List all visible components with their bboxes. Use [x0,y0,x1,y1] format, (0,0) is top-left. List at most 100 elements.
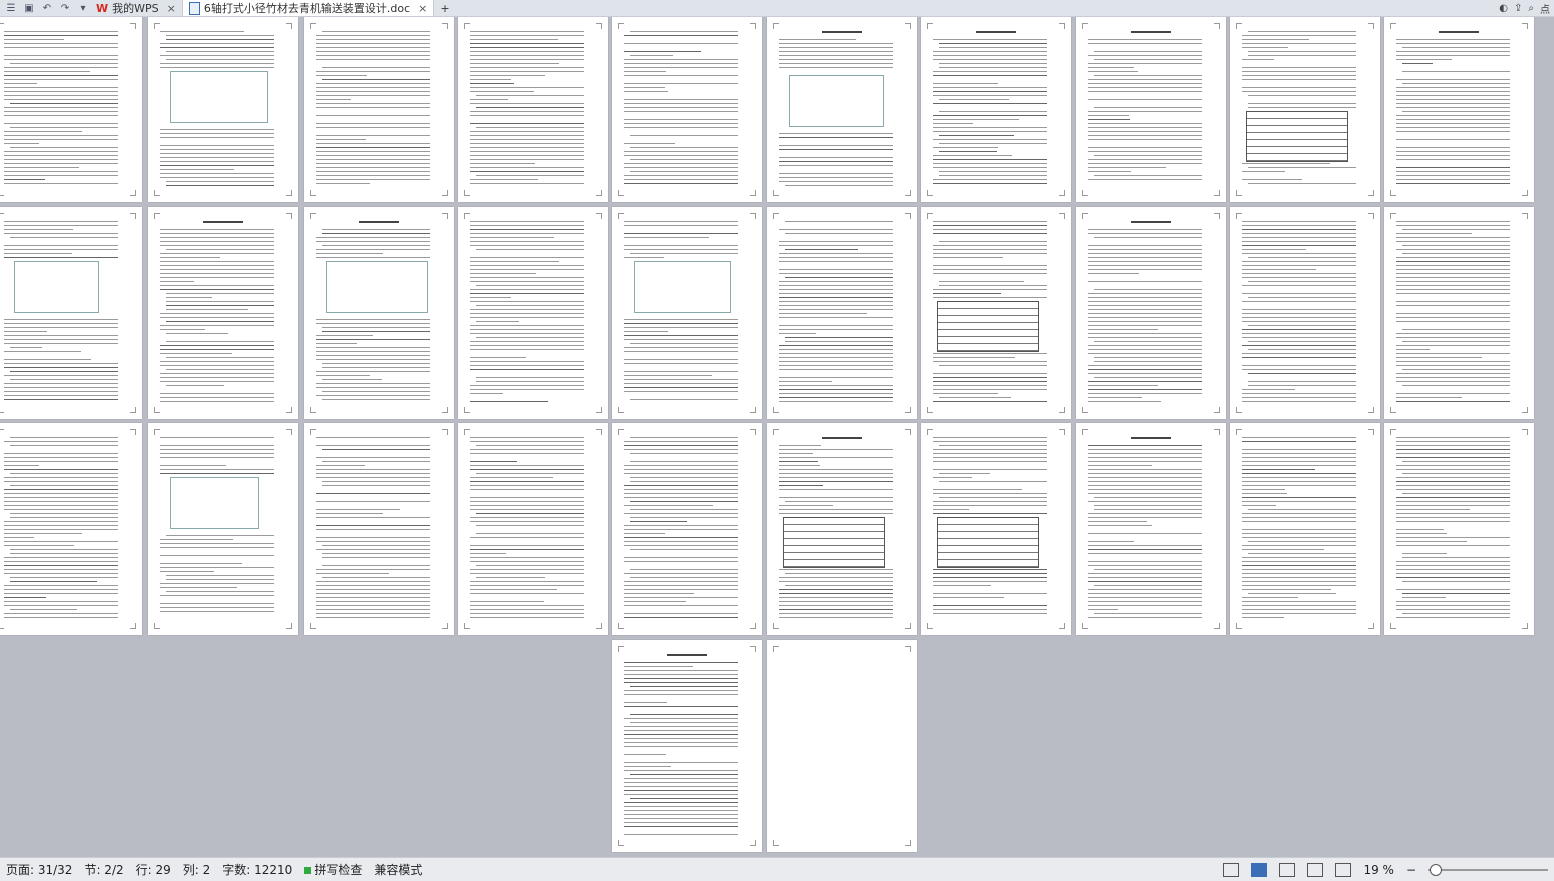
crop-mark [154,623,160,629]
text-line [1088,257,1202,258]
text-line [316,155,430,156]
text-line [4,521,118,522]
text-line [624,742,738,743]
page-thumbnail[interactable] [458,17,608,202]
new-tab-button[interactable]: + [434,0,455,16]
text-line [1242,337,1356,338]
page-thumbnail[interactable] [1076,423,1226,635]
page-thumbnail[interactable] [612,207,762,419]
text-line [1088,561,1202,562]
text-line [160,173,274,174]
page-thumbnail[interactable] [148,207,298,419]
page-thumbnail[interactable] [458,423,608,635]
text-line [4,253,72,254]
text-line [1088,477,1202,478]
page-indicator[interactable]: 页面: 31/32 [6,861,72,878]
page-thumbnails-area[interactable] [0,17,1554,858]
fullscreen-icon[interactable] [1223,862,1240,877]
undo-icon[interactable]: ↶ [40,2,54,14]
outline-view-icon[interactable] [1279,862,1296,877]
zoom-level[interactable]: 19 % [1363,863,1394,877]
text-line [1088,553,1202,554]
skin-icon[interactable]: ◐ [1499,3,1508,14]
dropdown-icon[interactable]: ▾ [76,2,90,14]
page-thumbnail[interactable] [921,423,1071,635]
page-thumbnail[interactable] [304,423,454,635]
crop-mark [1082,213,1088,219]
text-line [470,453,584,454]
text-line [4,505,118,506]
crop-mark [154,213,160,219]
search-icon[interactable]: ⌕ [1528,3,1534,14]
text-line [1088,345,1202,346]
page-thumbnail[interactable] [148,423,298,635]
word-count[interactable]: 字数: 12210 [222,861,292,878]
text-line [624,561,738,562]
text-line [1094,509,1202,510]
text-line [630,399,738,400]
page-thumbnail[interactable] [304,207,454,419]
page-thumbnail[interactable] [304,17,454,202]
text-line [939,497,1047,498]
text-line [1396,159,1510,160]
zoom-knob[interactable] [1430,863,1443,876]
text-line [624,91,668,92]
text-line [4,71,90,72]
text-line [624,674,738,675]
page-thumbnail[interactable] [1076,17,1226,202]
text-line [779,157,893,158]
page-thumbnail[interactable] [1230,207,1380,419]
web-view-icon[interactable] [1307,862,1324,877]
page-thumbnail[interactable] [1230,17,1380,202]
text-line [1396,393,1510,394]
page-thumbnail[interactable] [1230,423,1380,635]
page-thumbnail[interactable] [921,207,1071,419]
text-line [1396,561,1510,562]
zoom-slider[interactable] [1428,863,1548,876]
page-thumbnail[interactable] [921,17,1071,202]
page-thumbnail[interactable] [1384,17,1534,202]
text-line [1088,91,1202,92]
text-line [1088,605,1202,606]
page-thumbnail[interactable] [767,423,917,635]
page-thumbnail[interactable] [767,17,917,202]
page-view-icon[interactable] [1251,862,1268,877]
page-thumbnail[interactable] [0,17,142,202]
close-icon[interactable]: × [167,2,176,15]
spell-check-button[interactable]: 拼写检查 [304,861,362,878]
share-icon[interactable]: ⇪ [1514,3,1522,14]
text-line [470,135,584,136]
print-preview-icon[interactable]: ▣ [22,2,36,14]
page-thumbnail[interactable] [148,17,298,202]
page-thumbnail[interactable] [612,640,762,852]
page-thumbnail[interactable] [1076,207,1226,419]
page-thumbnail[interactable] [767,207,917,419]
menu-icon[interactable]: ☰ [4,2,18,14]
page-thumbnail[interactable] [1384,207,1534,419]
text-line [624,613,738,614]
page-thumbnail[interactable] [612,17,762,202]
page-thumbnail[interactable] [612,423,762,635]
text-line [470,151,584,152]
zoom-out-icon[interactable]: − [1406,863,1416,877]
text-line [779,245,893,246]
page-thumbnail[interactable] [0,207,142,419]
text-line [4,545,75,546]
tab-document[interactable]: 6轴打式小径竹材去青机输送装置设计.doc × [182,0,435,16]
text-line [4,143,39,144]
text-line [933,609,1047,610]
text-line [933,393,999,394]
redo-icon[interactable]: ↷ [58,2,72,14]
reading-mode-icon[interactable] [1335,862,1352,877]
text-line [316,47,430,48]
text-line [1402,83,1510,84]
tab-my-wps[interactable]: W 我的WPS × [90,0,183,16]
crop-mark [1059,623,1065,629]
text-line [1396,79,1510,80]
page-thumbnail[interactable] [458,207,608,419]
text-line [1094,51,1202,52]
page-thumbnail[interactable] [767,640,917,852]
page-thumbnail[interactable] [0,423,142,635]
page-thumbnail[interactable] [1384,423,1534,635]
close-icon[interactable]: × [418,2,427,15]
